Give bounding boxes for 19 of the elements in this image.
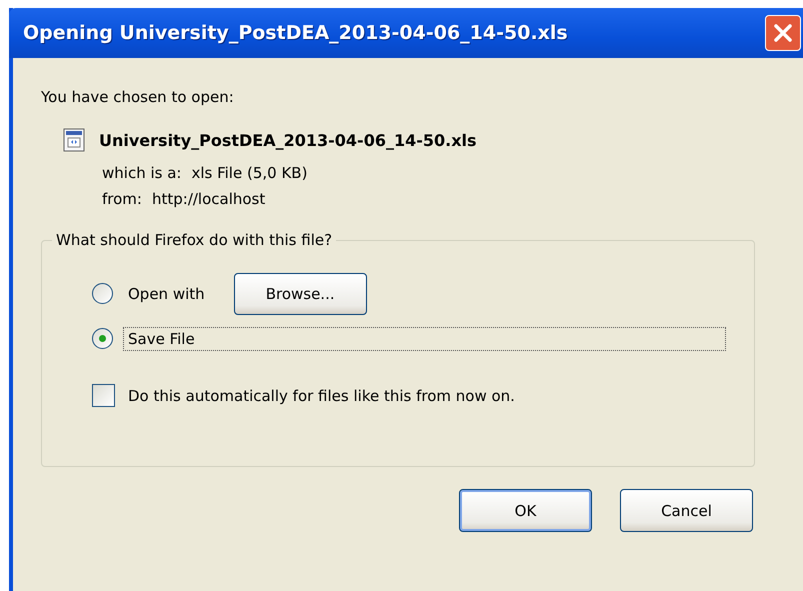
radio-button[interactable] [92,283,113,304]
dialog-button[interactable]: OK [459,489,592,532]
intro-text: You have chosen to open: [41,88,235,106]
close-button[interactable] [765,15,801,51]
dialog-button[interactable]: Cancel [620,489,753,532]
close-icon [772,22,794,44]
from-label: from: [102,190,142,208]
type-value: xls File (5,0 KB) [191,164,308,182]
from-value: http://localhost [152,190,266,208]
type-label: which is a: [102,164,182,182]
option-label[interactable]: Open with [123,282,210,306]
radio-button[interactable] [92,328,113,349]
file-name: University_PostDEA_2013-04-06_14-50.xls [99,130,477,150]
checkbox-label[interactable]: Do this automatically for files like this from now on. [123,384,520,408]
window-title: Opening University_PostDEA_2013-04-06_14-50.xls [23,22,568,44]
browse-button[interactable]: Browse... [234,272,367,314]
file-icon [63,128,85,152]
checkbox[interactable] [92,384,115,407]
option-label[interactable]: Save File [123,326,726,350]
